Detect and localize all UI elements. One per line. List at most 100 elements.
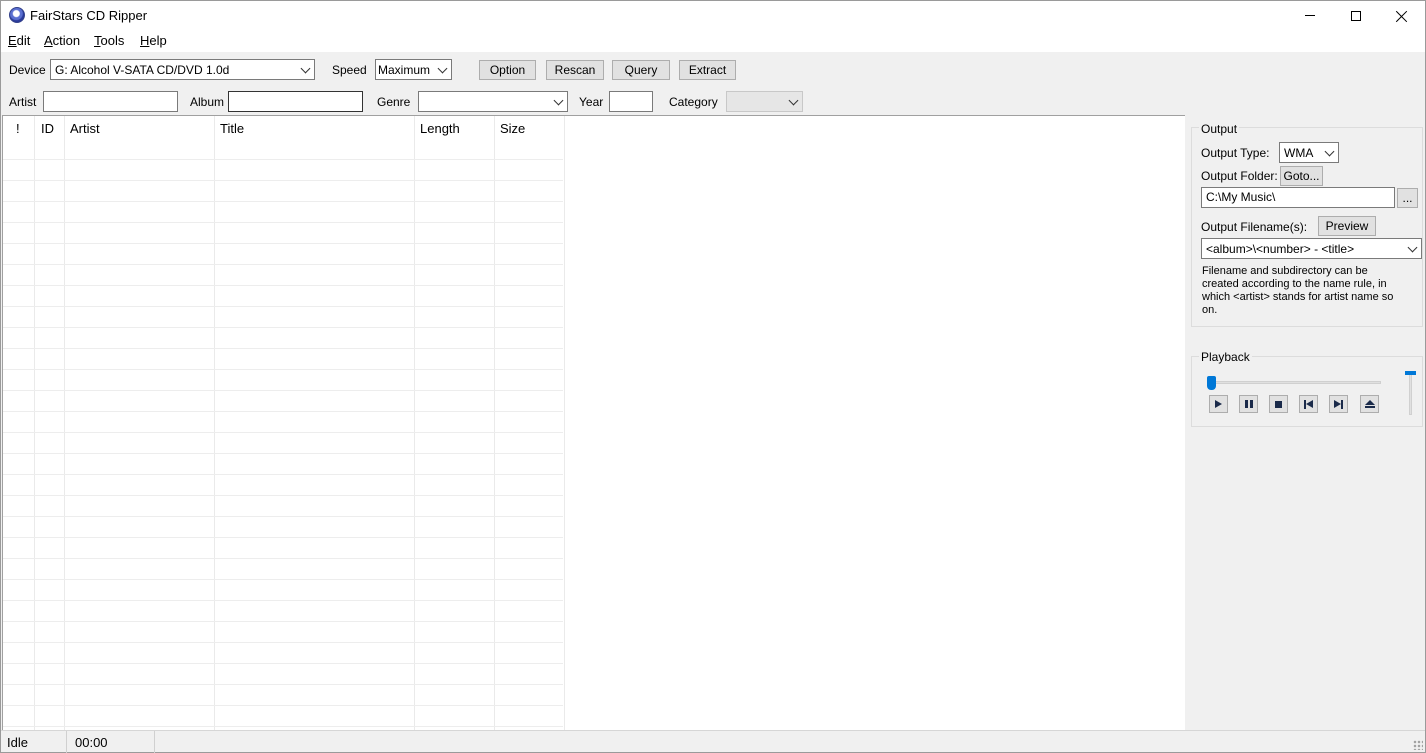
output-type-value: WMA	[1284, 146, 1314, 160]
device-label: Device	[9, 63, 46, 77]
title-bar: FairStars CD Ripper	[1, 1, 1425, 30]
pause-button[interactable]	[1239, 395, 1258, 413]
output-help-text: Filename and subdirectory can be created…	[1202, 265, 1394, 316]
chevron-down-icon	[788, 95, 799, 106]
speed-select[interactable]: Maximum	[375, 59, 452, 80]
browse-folder-button[interactable]: ...	[1397, 188, 1418, 208]
table-row	[3, 412, 563, 433]
eject-button[interactable]	[1360, 395, 1379, 413]
chevron-down-icon	[1324, 146, 1335, 157]
chevron-down-icon	[1407, 242, 1418, 253]
menu-tools[interactable]: Tools	[94, 33, 124, 48]
minimize-button[interactable]	[1287, 1, 1333, 30]
play-button[interactable]	[1209, 395, 1228, 413]
goto-button[interactable]: Goto...	[1280, 166, 1323, 186]
playback-group-title: Playback	[1199, 350, 1252, 364]
table-row	[3, 160, 563, 181]
previous-track-icon	[1304, 399, 1313, 409]
table-row	[3, 265, 563, 286]
table-row	[3, 643, 563, 664]
seek-slider-thumb[interactable]	[1207, 376, 1216, 390]
table-row	[3, 433, 563, 454]
output-group-title: Output	[1199, 122, 1240, 136]
table-row	[3, 370, 563, 391]
album-input[interactable]	[228, 91, 363, 112]
previous-track-button[interactable]	[1299, 395, 1318, 413]
table-row	[3, 454, 563, 475]
table-row	[3, 349, 563, 370]
output-type-label: Output Type:	[1201, 146, 1270, 160]
play-icon	[1215, 400, 1222, 408]
next-track-icon	[1334, 399, 1343, 409]
chevron-down-icon	[553, 95, 564, 106]
pause-icon	[1244, 400, 1253, 408]
menu-help[interactable]: Help	[140, 33, 167, 48]
menu-action[interactable]: Action	[44, 33, 80, 48]
extract-button[interactable]: Extract	[679, 60, 736, 80]
output-filename-label: Output Filename(s):	[1201, 220, 1308, 234]
category-select[interactable]	[726, 91, 803, 112]
speed-label: Speed	[332, 63, 367, 77]
maximize-button[interactable]	[1333, 1, 1379, 30]
table-row	[3, 223, 563, 244]
table-row	[3, 202, 563, 223]
table-row	[3, 181, 563, 202]
close-icon	[1396, 10, 1408, 22]
table-row	[3, 517, 563, 538]
output-filename-value: <album>\<number> - <title>	[1206, 242, 1355, 256]
track-list[interactable]: ! ID Artist Title Length Size	[2, 115, 1185, 730]
table-row	[3, 391, 563, 412]
column-header-size[interactable]: Size	[500, 121, 525, 136]
column-header-status[interactable]: !	[16, 121, 20, 136]
table-row	[3, 244, 563, 265]
output-filename-select[interactable]: <album>\<number> - <title>	[1201, 238, 1422, 259]
table-row	[3, 328, 563, 349]
status-state: Idle	[1, 731, 67, 753]
resize-grip-icon[interactable]	[1413, 740, 1423, 750]
table-row	[3, 139, 563, 160]
output-type-select[interactable]: WMA	[1279, 142, 1339, 163]
album-label: Album	[190, 95, 225, 109]
table-row	[3, 307, 563, 328]
stop-icon	[1275, 400, 1282, 408]
app-icon	[9, 7, 25, 23]
artist-input[interactable]	[43, 91, 178, 112]
column-header-artist[interactable]: Artist	[70, 121, 100, 136]
artist-label: Artist	[9, 95, 37, 109]
table-row	[3, 664, 563, 685]
chevron-down-icon	[437, 63, 448, 74]
table-row	[3, 685, 563, 706]
output-folder-label: Output Folder:	[1201, 169, 1278, 183]
status-time: 00:00	[69, 731, 155, 753]
menu-bar: Edit Action Tools Help	[1, 30, 1425, 52]
playback-group	[1191, 356, 1423, 427]
preview-button[interactable]: Preview	[1318, 216, 1376, 236]
volume-slider-thumb[interactable]	[1405, 371, 1416, 375]
table-row	[3, 706, 563, 727]
table-row	[3, 580, 563, 601]
next-track-button[interactable]	[1329, 395, 1348, 413]
stop-button[interactable]	[1269, 395, 1288, 413]
year-input[interactable]	[609, 91, 653, 112]
output-folder-input[interactable]: C:\My Music\	[1201, 187, 1395, 208]
volume-slider-track[interactable]	[1409, 373, 1412, 415]
column-header-length[interactable]: Length	[420, 121, 460, 136]
seek-slider-track[interactable]	[1211, 381, 1381, 384]
close-button[interactable]	[1379, 1, 1425, 30]
column-header-title[interactable]: Title	[220, 121, 244, 136]
window-title: FairStars CD Ripper	[30, 8, 148, 23]
device-select[interactable]: G: Alcohol V-SATA CD/DVD 1.0d	[50, 59, 315, 80]
table-row	[3, 559, 563, 580]
genre-select[interactable]	[418, 91, 568, 112]
table-row	[3, 286, 563, 307]
rescan-button[interactable]: Rescan	[546, 60, 604, 80]
table-row	[3, 622, 563, 643]
option-button[interactable]: Option	[479, 60, 536, 80]
menu-edit[interactable]: Edit	[8, 33, 30, 48]
column-header-id[interactable]: ID	[41, 121, 54, 136]
chevron-down-icon	[300, 63, 311, 74]
genre-label: Genre	[377, 95, 411, 109]
device-select-value: G: Alcohol V-SATA CD/DVD 1.0d	[55, 63, 230, 77]
query-button[interactable]: Query	[612, 60, 670, 80]
table-row	[3, 601, 563, 622]
